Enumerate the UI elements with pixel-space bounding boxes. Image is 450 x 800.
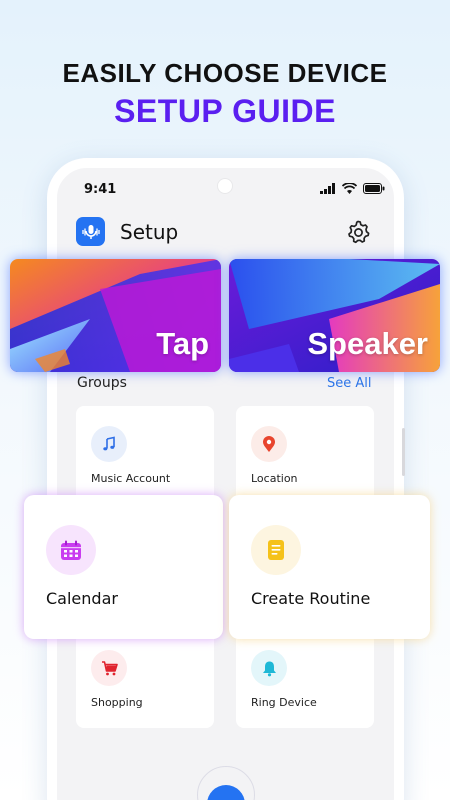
ring-device-label: Ring Device <box>251 696 317 709</box>
calendar-icon <box>46 525 96 575</box>
voice-assistant-icon <box>76 217 105 246</box>
music-account-tile[interactable]: Music Account <box>76 406 214 508</box>
speaker-banner-label: Speaker <box>307 326 428 361</box>
create-routine-label: Create Routine <box>251 589 371 608</box>
battery-icon <box>363 183 385 194</box>
groups-heading: Groups <box>77 375 127 391</box>
shopping-cart-icon <box>91 650 127 686</box>
gear-icon <box>348 220 370 244</box>
calendar-card[interactable]: Calendar <box>24 495 223 639</box>
status-time: 9:41 <box>84 182 117 197</box>
shopping-label: Shopping <box>91 696 143 709</box>
signal-icon <box>320 183 335 194</box>
front-camera <box>217 178 233 194</box>
tap-banner-label: Tap <box>156 326 209 361</box>
promo-headline-line2: SETUP GUIDE <box>114 93 336 129</box>
calendar-label: Calendar <box>46 589 118 608</box>
tap-banner[interactable]: Tap <box>10 259 221 372</box>
location-pin-icon <box>251 426 287 462</box>
document-icon <box>251 525 301 575</box>
settings-button[interactable] <box>345 219 371 249</box>
location-label: Location <box>251 472 298 485</box>
phone-side-button <box>402 428 405 476</box>
music-account-label: Music Account <box>91 472 171 485</box>
status-icons <box>320 183 385 194</box>
bell-icon <box>251 650 287 686</box>
location-tile[interactable]: Location <box>236 406 374 508</box>
page-title: Setup <box>120 220 179 244</box>
speaker-banner[interactable]: Speaker <box>229 259 440 372</box>
mic-icon <box>207 785 245 800</box>
promo-headline-line1: EASILY CHOOSE DEVICE <box>62 58 388 88</box>
music-note-icon <box>91 426 127 462</box>
wifi-icon <box>342 183 357 194</box>
see-all-link[interactable]: See All <box>327 376 372 391</box>
shopping-tile[interactable]: Shopping <box>76 632 214 728</box>
create-routine-card[interactable]: Create Routine <box>229 495 430 639</box>
ring-device-tile[interactable]: Ring Device <box>236 632 374 728</box>
